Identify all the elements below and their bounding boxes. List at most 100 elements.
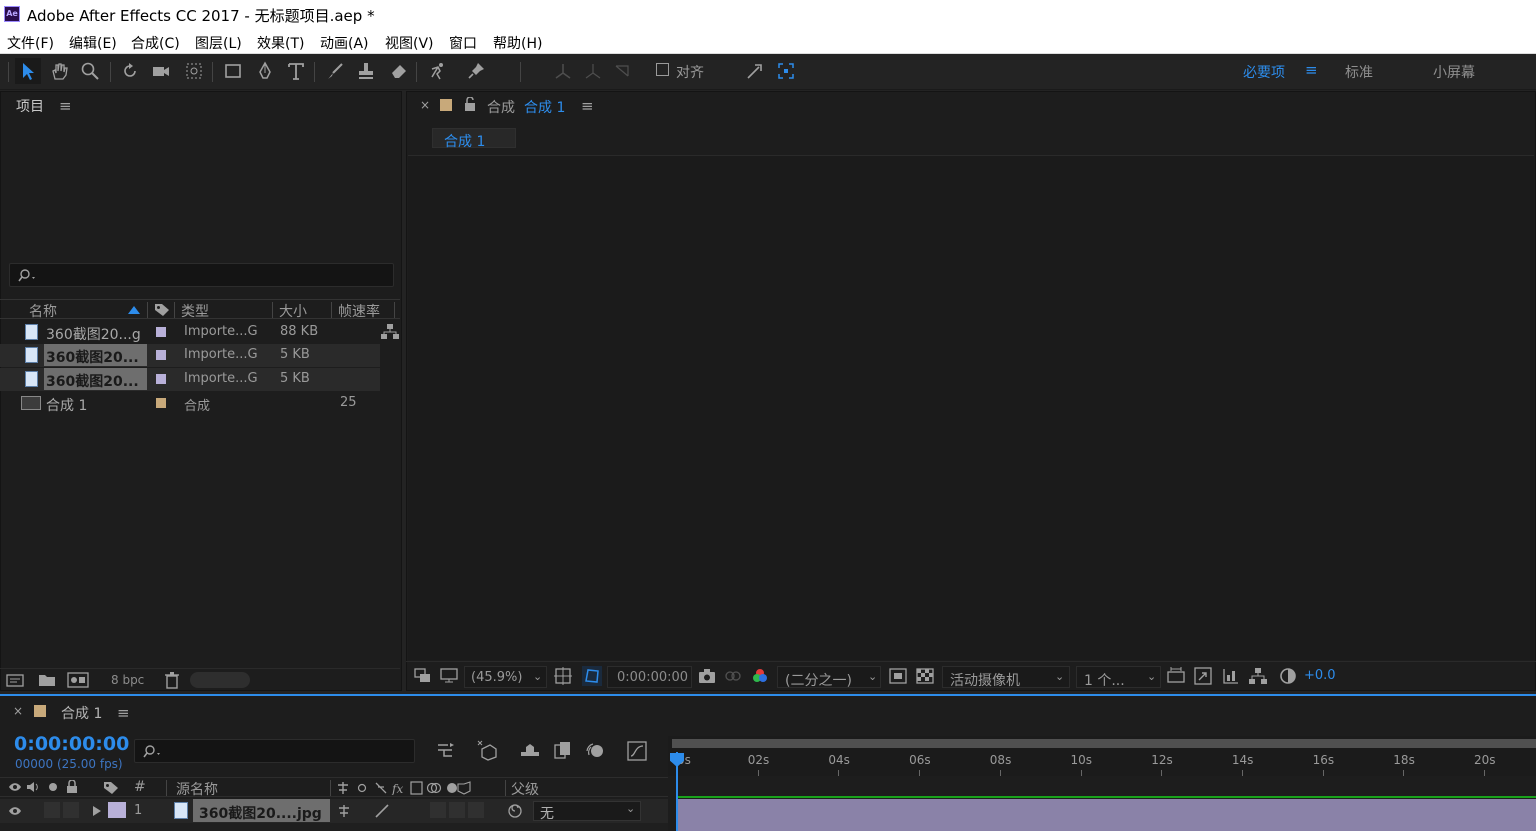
safe-margins-icon[interactable]	[554, 667, 572, 685]
timeline-timecode[interactable]: 0:00:00:00	[14, 733, 129, 755]
eraser-tool-icon[interactable]	[386, 58, 412, 84]
hand-tool-icon[interactable]	[46, 58, 72, 84]
comp-breadcrumb[interactable]: 合成 1	[432, 128, 516, 150]
lock-icon[interactable]	[66, 780, 78, 794]
view-layout-dropdown[interactable]: 1 个... ⌄	[1076, 666, 1161, 689]
camera-tool-icon[interactable]	[148, 58, 174, 84]
column-size[interactable]: 大小	[279, 301, 307, 321]
new-composition-icon[interactable]	[67, 671, 89, 689]
project-item[interactable]: 360截图20... Importe...G 5 KB	[0, 344, 380, 367]
layer-label-swatch[interactable]	[108, 802, 126, 818]
roto-brush-tool-icon[interactable]	[425, 58, 451, 84]
comp-mini-flowchart-icon[interactable]	[436, 742, 456, 760]
expand-triangle-icon[interactable]	[92, 805, 102, 817]
column-frame-rate[interactable]: 帧速率	[338, 301, 380, 321]
label-color-swatch[interactable]	[156, 398, 166, 408]
selection-tool-icon[interactable]	[15, 58, 41, 84]
comp-panel-menu-icon[interactable]: ≡	[581, 97, 594, 115]
label-tag-icon[interactable]	[154, 303, 170, 317]
workspace-essentials[interactable]: 必要项	[1243, 62, 1285, 82]
pen-tool-icon[interactable]	[252, 58, 278, 84]
menu-edit[interactable]: 编辑(E)	[69, 33, 117, 53]
project-panel-menu-icon[interactable]: ≡	[59, 97, 72, 115]
new-folder-icon[interactable]	[38, 672, 56, 688]
parent-dropdown[interactable]: 无 ⌄	[533, 801, 641, 822]
layer-duration-bar[interactable]	[676, 799, 1536, 831]
project-item[interactable]: 360截图20... Importe...G 5 KB	[0, 368, 380, 391]
trash-icon[interactable]	[164, 671, 180, 689]
fast-previews-icon[interactable]	[1194, 667, 1212, 685]
work-area-bar[interactable]	[672, 739, 1536, 748]
column-type[interactable]: 类型	[181, 301, 209, 321]
align-checkbox[interactable]	[656, 63, 669, 76]
solo-toggle[interactable]	[44, 802, 60, 818]
switch-box[interactable]	[468, 802, 484, 818]
switch-box[interactable]	[449, 802, 465, 818]
camera-view-dropdown[interactable]: 活动摄像机 ⌄	[942, 666, 1070, 689]
exposure-value[interactable]: +0.0	[1304, 668, 1336, 683]
draft-3d-icon[interactable]	[476, 739, 498, 761]
audio-speaker-icon[interactable]	[26, 781, 40, 793]
project-scrollbar[interactable]	[190, 672, 250, 688]
shy-switch-icon[interactable]	[337, 804, 351, 818]
clone-stamp-tool-icon[interactable]	[353, 58, 379, 84]
project-item[interactable]: 合成 1 合成 25	[0, 392, 380, 415]
comp-flowchart-icon[interactable]	[1249, 667, 1267, 685]
lock-icon[interactable]	[464, 97, 476, 111]
interpret-footage-icon[interactable]	[6, 672, 26, 688]
menu-file[interactable]: 文件(F)	[7, 33, 54, 53]
toggle-pixel-aspect-icon[interactable]	[1167, 667, 1185, 685]
menu-window[interactable]: 窗口	[449, 33, 477, 53]
lock-toggle[interactable]	[63, 802, 79, 818]
transparency-grid-icon[interactable]	[916, 668, 934, 684]
snap-target-icon[interactable]	[773, 58, 799, 84]
show-snapshot-icon[interactable]	[724, 668, 742, 684]
rgb-channels-icon[interactable]	[751, 667, 769, 685]
close-tab-icon[interactable]: ×	[13, 704, 23, 718]
timeline-tab-name[interactable]: 合成 1	[61, 703, 102, 723]
workspace-menu-icon[interactable]: ≡	[1305, 61, 1318, 79]
workspace-small-screen[interactable]: 小屏幕	[1433, 62, 1475, 82]
timeline-icon[interactable]	[1222, 667, 1240, 685]
label-color-swatch[interactable]	[156, 327, 166, 337]
solo-dot-icon[interactable]	[49, 783, 57, 791]
pick-whip-icon[interactable]	[507, 803, 523, 819]
timeline-panel-menu-icon[interactable]: ≡	[117, 704, 130, 722]
resolution-dropdown[interactable]: (二分之一) ⌄	[777, 666, 881, 689]
close-tab-icon[interactable]: ×	[420, 98, 430, 112]
project-item[interactable]: 360截图20...g Importe...G 88 KB	[0, 321, 380, 344]
timeline-search-input[interactable]	[134, 739, 415, 763]
bit-depth-label[interactable]: 8 bpc	[111, 673, 144, 687]
switch-box[interactable]	[430, 802, 446, 818]
menu-view[interactable]: 视图(V)	[385, 33, 434, 53]
label-color-swatch[interactable]	[156, 350, 166, 360]
menu-effect[interactable]: 效果(T)	[257, 33, 304, 53]
label-color-swatch[interactable]	[156, 374, 166, 384]
layer-switches-icon[interactable]: fx	[336, 781, 472, 795]
current-time-field[interactable]: 0:00:00:00	[607, 666, 692, 688]
region-of-interest-icon[interactable]	[889, 668, 907, 684]
frame-blending-icon[interactable]	[553, 741, 573, 761]
mask-visibility-icon[interactable]	[582, 666, 602, 686]
project-panel-title[interactable]: 项目	[16, 96, 44, 116]
menu-layer[interactable]: 图层(L)	[195, 33, 242, 53]
composition-viewer[interactable]	[408, 155, 1534, 660]
motion-blur-icon[interactable]	[585, 741, 605, 761]
zoom-tool-icon[interactable]	[77, 58, 103, 84]
layer-name[interactable]: 360截图20....jpg	[199, 803, 322, 823]
graph-editor-icon[interactable]	[627, 741, 647, 761]
brush-tool-icon[interactable]	[322, 58, 348, 84]
snapping-icon[interactable]	[742, 58, 768, 84]
magnification-dropdown[interactable]: (45.9%) ⌄	[464, 666, 547, 688]
menu-animation[interactable]: 动画(A)	[320, 33, 369, 53]
workspace-standard[interactable]: 标准	[1345, 62, 1373, 82]
hide-shy-layers-icon[interactable]	[519, 741, 541, 761]
quality-switch-icon[interactable]	[374, 803, 390, 819]
monitor-icon[interactable]	[440, 668, 458, 684]
video-eye-icon[interactable]	[8, 781, 22, 793]
column-source-name[interactable]: 源名称	[176, 779, 218, 799]
menu-help[interactable]: 帮助(H)	[493, 33, 542, 53]
comp-tab-name[interactable]: 合成 1	[524, 97, 565, 117]
project-search-input[interactable]	[9, 263, 394, 287]
menu-composition[interactable]: 合成(C)	[131, 33, 180, 53]
